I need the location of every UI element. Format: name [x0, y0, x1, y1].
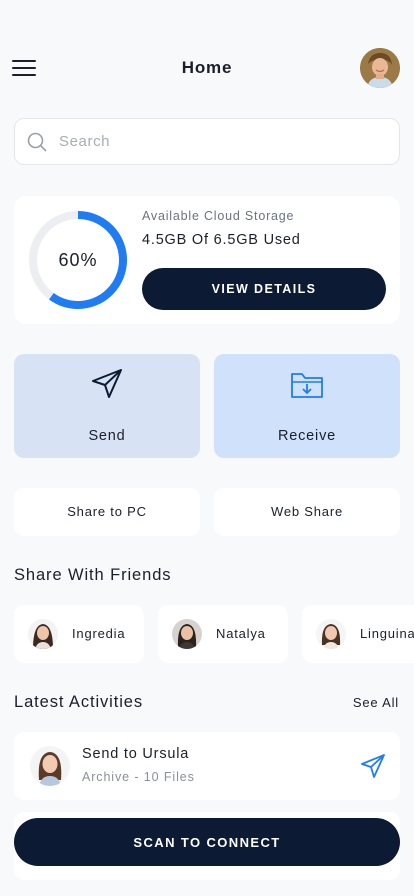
web-share-button[interactable]: Web Share — [214, 488, 400, 536]
share-with-friends-heading: Share With Friends — [14, 566, 172, 584]
storage-title: Available Cloud Storage — [142, 209, 295, 223]
activity-title: Send to Ursula — [82, 746, 190, 762]
friend-avatar — [316, 619, 346, 649]
search-icon — [27, 132, 47, 152]
friend-name: Linguina — [360, 626, 414, 641]
friend-name: Natalya — [216, 626, 266, 641]
user-avatar[interactable] — [360, 48, 400, 88]
friend-chip[interactable]: Ingredia — [14, 605, 144, 663]
paper-plane-icon — [92, 369, 122, 398]
storage-percent-label: 60% — [58, 250, 98, 270]
send-tile[interactable]: Send — [14, 354, 200, 458]
search-input[interactable] — [59, 119, 389, 164]
app-header: Home — [0, 44, 414, 92]
view-details-button[interactable]: VIEW DETAILS — [142, 268, 386, 310]
friend-name: Ingredia — [72, 626, 126, 641]
storage-card: 60% Available Cloud Storage 4.5GB Of 6.5… — [14, 196, 400, 324]
latest-activities-heading: Latest Activities — [14, 693, 144, 711]
storage-used-text: 4.5GB Of 6.5GB Used — [142, 232, 301, 248]
friend-chip[interactable]: Linguina — [302, 605, 414, 663]
paper-plane-icon[interactable] — [359, 752, 387, 780]
search-bar[interactable] — [14, 118, 400, 165]
send-label: Send — [88, 428, 126, 444]
activity-subtitle: Archive - 10 Files — [82, 770, 195, 784]
friend-avatar — [172, 619, 202, 649]
friend-avatar — [28, 619, 58, 649]
activity-item[interactable]: Send to Ursula Archive - 10 Files — [14, 732, 400, 800]
scan-to-connect-button[interactable]: SCAN TO CONNECT — [14, 818, 400, 866]
folder-download-icon — [291, 373, 323, 398]
page-title: Home — [181, 58, 233, 77]
friend-chip[interactable]: Natalya — [158, 605, 288, 663]
receive-label: Receive — [278, 428, 336, 444]
share-to-pc-button[interactable]: Share to PC — [14, 488, 200, 536]
activity-avatar — [30, 746, 70, 786]
see-all-link[interactable]: See All — [353, 695, 399, 710]
receive-tile[interactable]: Receive — [214, 354, 400, 458]
